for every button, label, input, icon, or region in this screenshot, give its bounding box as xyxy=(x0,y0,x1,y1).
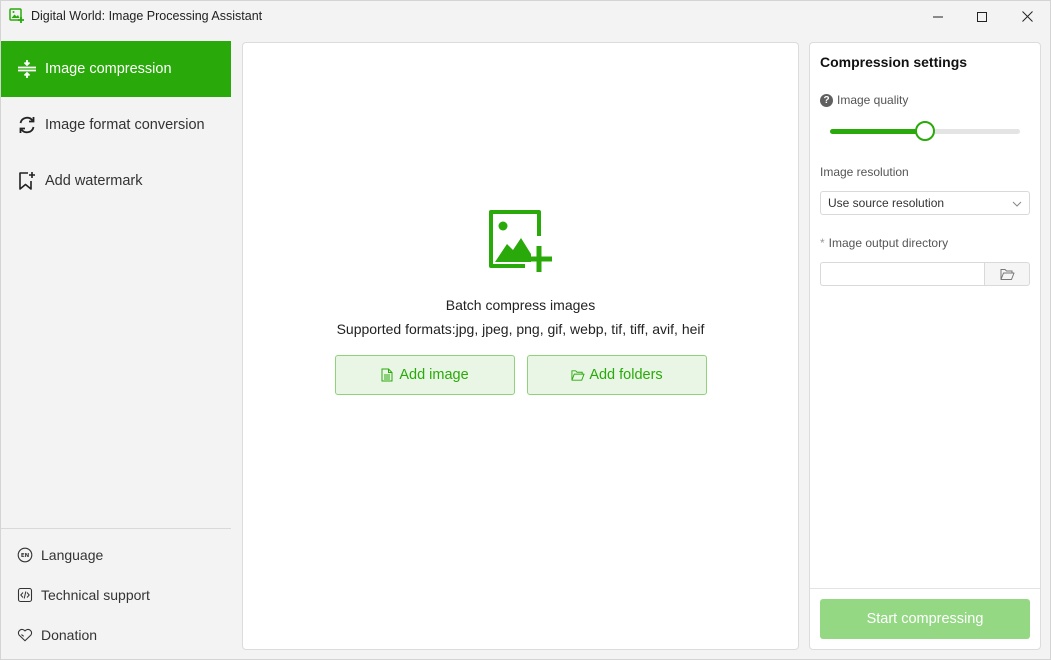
supported-formats-text: Supported formats:jpg, jpeg, png, gif, w… xyxy=(336,321,705,337)
folder-open-icon xyxy=(1000,268,1014,280)
svg-text:EN: EN xyxy=(21,553,30,559)
image-resolution-select[interactable]: Use source resolution xyxy=(820,191,1030,215)
sidebar-footer-technical-support[interactable]: Technical support xyxy=(1,575,231,615)
settings-panel: Compression settings ? Image quality Ima… xyxy=(809,42,1041,650)
required-marker: * xyxy=(820,236,825,250)
file-icon xyxy=(381,368,395,382)
sidebar-footer-label: Donation xyxy=(41,627,98,643)
image-resolution-label: Image resolution xyxy=(820,165,909,179)
sidebar-divider xyxy=(1,528,231,529)
add-image-icon xyxy=(489,210,552,272)
sidebar-item-label: Image compression xyxy=(45,61,172,77)
settings-title: Compression settings xyxy=(820,54,968,70)
image-resolution-value: Use source resolution xyxy=(828,196,945,210)
sidebar-footer-language[interactable]: EN Language xyxy=(1,535,231,575)
minimize-button[interactable] xyxy=(915,1,961,32)
help-icon[interactable]: ? xyxy=(820,93,833,107)
sidebar-item-label: Image format conversion xyxy=(45,117,205,133)
code-icon xyxy=(17,587,33,603)
refresh-icon xyxy=(17,115,37,135)
chevron-down-icon xyxy=(1012,201,1022,207)
start-compressing-button[interactable]: Start compressing xyxy=(820,599,1030,639)
settings-divider xyxy=(810,588,1040,589)
sidebar: Image compression Image format conversio… xyxy=(1,41,231,659)
start-compressing-label: Start compressing xyxy=(866,611,984,627)
title-bar: Digital World: Image Processing Assistan… xyxy=(1,1,1050,32)
window-title: Digital World: Image Processing Assistan… xyxy=(31,9,263,23)
close-icon xyxy=(1021,11,1033,22)
maximize-button[interactable] xyxy=(959,1,1005,32)
sidebar-item-image-compression[interactable]: Image compression xyxy=(1,41,231,97)
minimize-icon xyxy=(933,16,943,17)
upload-title: Batch compress images xyxy=(445,297,596,313)
output-directory-label-row: * Image output directory xyxy=(820,236,948,250)
folder-open-icon xyxy=(571,368,585,382)
browse-folder-button[interactable] xyxy=(984,262,1030,286)
sidebar-footer-label: Language xyxy=(41,547,104,563)
app-window: Digital World: Image Processing Assistan… xyxy=(0,0,1051,660)
heart-icon xyxy=(17,627,33,643)
add-folders-button[interactable]: Add folders xyxy=(527,355,707,395)
image-quality-label-row: ? Image quality xyxy=(820,93,908,107)
image-quality-slider[interactable] xyxy=(830,121,1020,141)
sidebar-item-label: Add watermark xyxy=(45,173,143,189)
bookmark-plus-icon xyxy=(17,171,37,191)
compress-icon xyxy=(17,59,37,79)
output-directory-input[interactable] xyxy=(820,262,985,286)
sidebar-item-add-watermark[interactable]: Add watermark xyxy=(1,153,231,209)
output-directory-label: Image output directory xyxy=(828,236,949,250)
image-resolution-label-row: Image resolution xyxy=(820,165,909,179)
sidebar-footer-donation[interactable]: Donation xyxy=(1,615,231,655)
add-image-button[interactable]: Add image xyxy=(335,355,515,395)
sidebar-footer-label: Technical support xyxy=(41,587,150,603)
slider-handle[interactable] xyxy=(915,121,935,141)
language-en-icon: EN xyxy=(17,547,33,563)
slider-fill xyxy=(830,129,925,134)
app-logo-icon xyxy=(9,8,24,23)
image-quality-label: Image quality xyxy=(837,93,909,107)
add-folders-label: Add folders xyxy=(589,367,663,383)
sidebar-item-image-format-conversion[interactable]: Image format conversion xyxy=(1,97,231,153)
add-image-label: Add image xyxy=(399,367,469,383)
close-button[interactable] xyxy=(1004,1,1050,32)
maximize-icon xyxy=(977,11,987,22)
upload-panel[interactable]: Batch compress images Supported formats:… xyxy=(242,42,799,650)
